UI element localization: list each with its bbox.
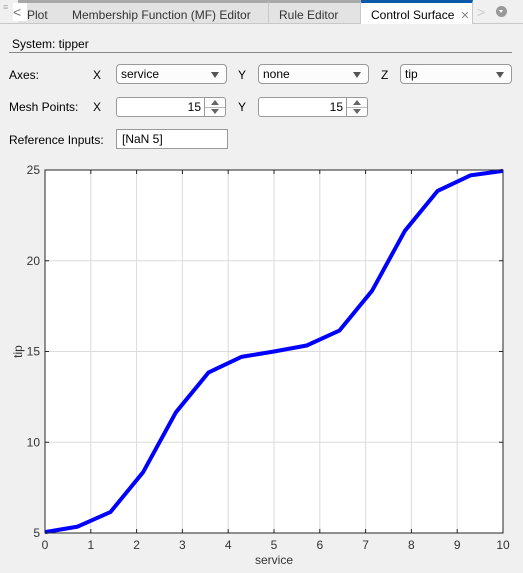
x-tick-label: 10 (496, 538, 510, 552)
control-surface-chart: 0 1 2 3 4 5 6 7 8 9 10 5 10 15 20 25 service tip (11, 163, 510, 567)
x-tick-label: 2 (133, 538, 140, 552)
y-axis-label: tip (11, 345, 25, 358)
x-tick-label: 3 (179, 538, 186, 552)
x-tick-label: 5 (271, 538, 278, 552)
y-tick-label: 20 (27, 254, 41, 268)
x-tick-label: 1 (87, 538, 94, 552)
y-tick-label: 5 (33, 526, 40, 540)
x-tick-label: 8 (408, 538, 415, 552)
y-tick-label: 10 (27, 435, 41, 449)
x-axis-label: service (255, 553, 293, 567)
x-tick-label: 9 (454, 538, 461, 552)
scroll-left-icon[interactable]: < (13, 3, 27, 21)
x-tick-label: 0 (42, 538, 49, 552)
y-tick-label: 15 (27, 345, 41, 359)
x-tick-label: 4 (225, 538, 232, 552)
x-tick-label: 6 (316, 538, 323, 552)
y-tick-label: 25 (27, 163, 41, 177)
x-tick-label: 7 (362, 538, 369, 552)
